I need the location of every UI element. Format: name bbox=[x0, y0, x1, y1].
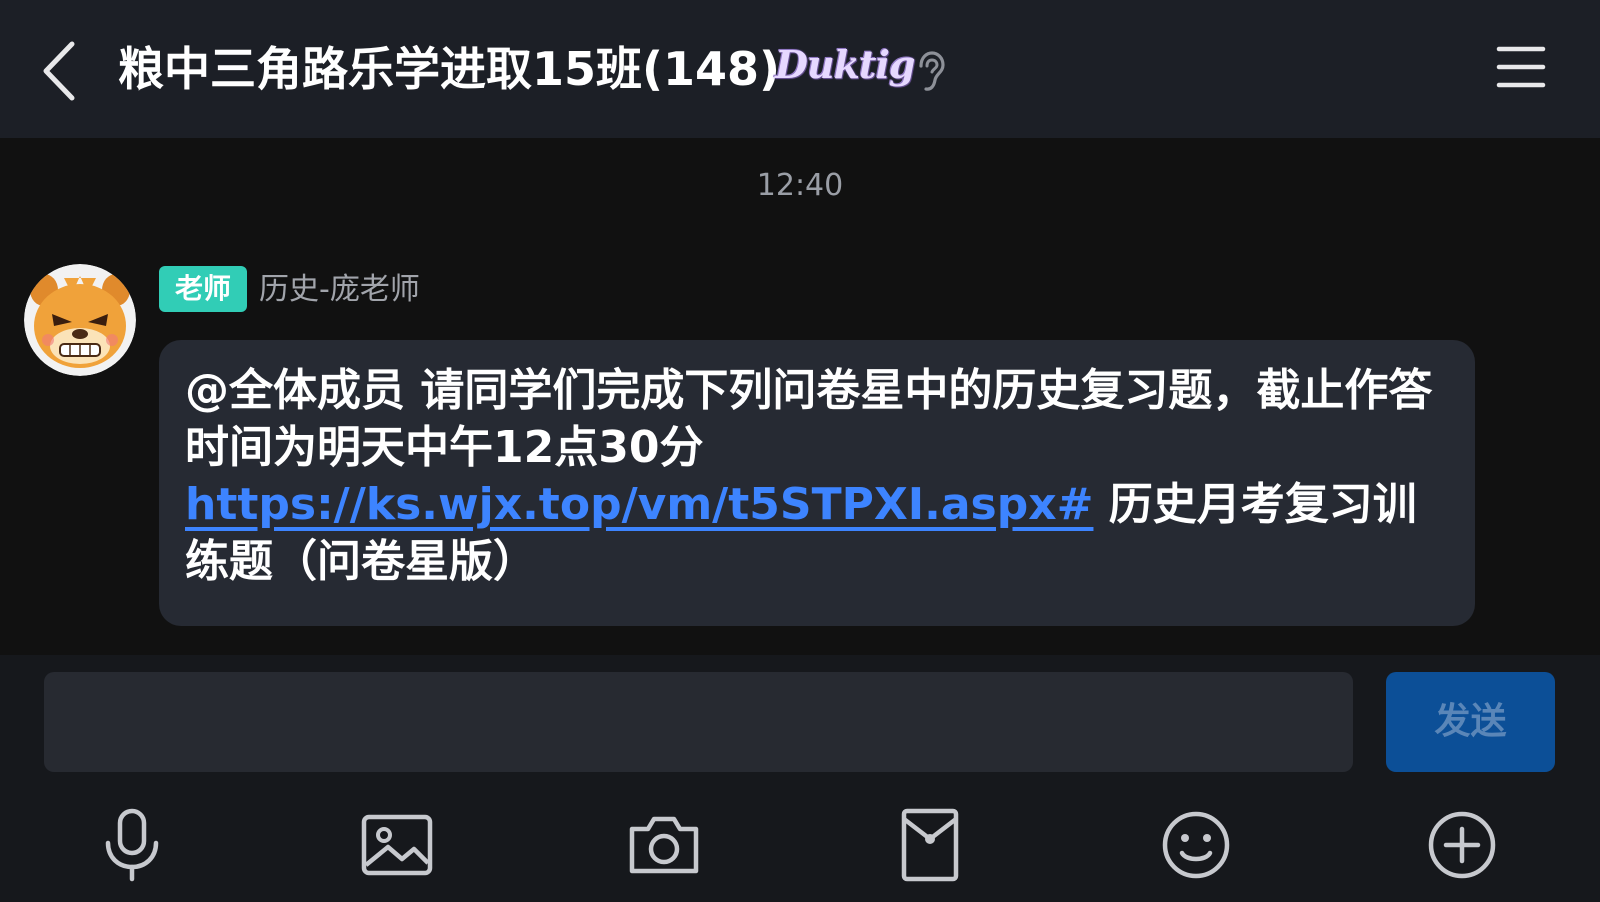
chat-header: 粮中三角路乐学进取15班(148) Duktig bbox=[0, 0, 1600, 138]
message-input[interactable] bbox=[44, 672, 1353, 772]
duktig-badge: Duktig bbox=[775, 42, 915, 87]
message-bubble[interactable]: @全体成员 请同学们完成下列问卷星中的历史复习题，截止作答时间为明天中午12点3… bbox=[159, 340, 1475, 626]
avatar[interactable] bbox=[24, 264, 136, 376]
message-timestamp: 12:40 bbox=[756, 168, 844, 203]
image-button[interactable] bbox=[358, 805, 438, 885]
message-text-body: @全体成员 请同学们完成下列问卷星中的历史复习题，截止作答时间为明天中午12点3… bbox=[185, 365, 1433, 473]
ear-icon[interactable] bbox=[915, 50, 947, 94]
group-title[interactable]: 粮中三角路乐学进取15班(148) bbox=[118, 38, 780, 100]
survey-link[interactable]: https://ks.wjx.top/vm/t5STPXI.aspx# bbox=[185, 479, 1093, 530]
hamburger-menu-icon bbox=[1496, 46, 1546, 88]
menu-button[interactable] bbox=[1496, 44, 1546, 90]
emoji-icon bbox=[1162, 811, 1230, 879]
input-bar: 发送 bbox=[0, 655, 1600, 902]
send-button[interactable]: 发送 bbox=[1386, 672, 1555, 772]
red-packet-button[interactable] bbox=[890, 805, 970, 885]
camera-button[interactable] bbox=[624, 805, 704, 885]
chevron-left-icon bbox=[43, 41, 75, 101]
plus-circle-icon bbox=[1428, 811, 1496, 879]
emoji-button[interactable] bbox=[1156, 805, 1236, 885]
microphone-icon bbox=[105, 808, 159, 882]
red-packet-icon bbox=[901, 808, 959, 882]
image-icon bbox=[361, 814, 433, 876]
more-button[interactable] bbox=[1422, 805, 1502, 885]
message-text: @全体成员 请同学们完成下列问卷星中的历史复习题，截止作答时间为明天中午12点3… bbox=[185, 362, 1455, 590]
camera-icon bbox=[629, 816, 699, 874]
sender-name[interactable]: 历史-庞老师 bbox=[259, 268, 420, 312]
back-button[interactable] bbox=[36, 36, 86, 106]
voice-button[interactable] bbox=[92, 805, 172, 885]
teacher-role-badge: 老师 bbox=[159, 266, 247, 312]
